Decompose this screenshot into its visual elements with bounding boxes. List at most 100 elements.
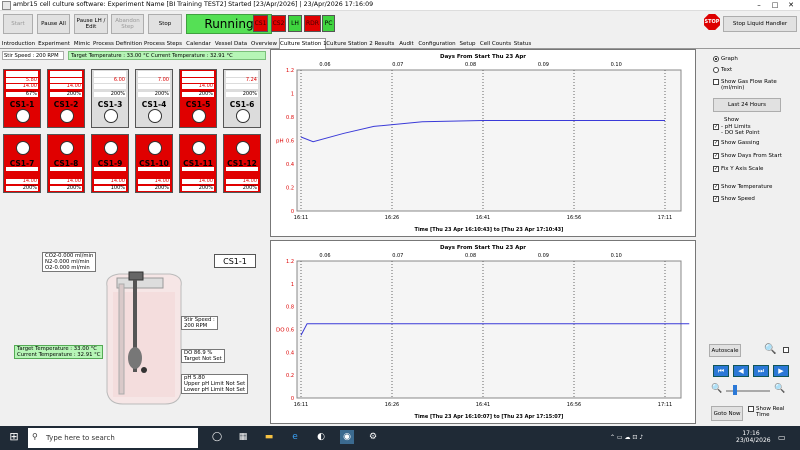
- toolbar: Start Pause All Pause LH / Edit Abandon …: [0, 11, 800, 38]
- tray-icons[interactable]: ⌃ ▭ ☁ ⊡ ♪: [610, 434, 643, 441]
- y-axis-label: DO: [276, 328, 285, 334]
- clock[interactable]: 17:16 23/04/2026: [736, 430, 771, 444]
- indicator-cs1: CS1: [253, 15, 268, 32]
- station-cs1-1[interactable]: 5.80 14.00 67% CS1-1: [3, 69, 41, 128]
- zoom-out-icon[interactable]: 🔍: [711, 384, 723, 396]
- tab-overview[interactable]: Overview: [249, 39, 279, 49]
- station-cs1-9[interactable]: CS1-9 14.00 100%: [91, 134, 129, 193]
- minimize-button[interactable]: –: [752, 0, 766, 11]
- text-option[interactable]: Text: [713, 67, 732, 73]
- top-tick-label: 0.10: [611, 62, 622, 68]
- y-tick-label: 0.2: [286, 186, 294, 192]
- station-level-bar: [6, 167, 38, 171]
- show-gassing-option[interactable]: ✓ Show Gassing: [713, 140, 759, 146]
- zoom-icon[interactable]: 🔍: [764, 344, 778, 357]
- last-page-icon[interactable]: ▶: [773, 365, 789, 377]
- show-temperature-option[interactable]: ✓ Show Temperature: [713, 184, 772, 190]
- days-from-start-option[interactable]: ✓ Show Days From Start: [713, 153, 782, 159]
- edge-icon[interactable]: e: [288, 430, 302, 444]
- station-cs1-7[interactable]: CS1-7 14.00 200%: [3, 134, 41, 193]
- station-cs1-12[interactable]: CS1-12 14.00 200%: [223, 134, 261, 193]
- show-gassing-checkbox[interactable]: ✓: [713, 140, 719, 146]
- maximize-button[interactable]: □: [768, 0, 782, 11]
- station-status-circle: [236, 109, 250, 123]
- settings-icon[interactable]: ⚙: [366, 430, 380, 444]
- pause-lh-button[interactable]: Pause LH / Edit: [74, 14, 108, 34]
- x-tick-label: 17:11: [658, 215, 672, 221]
- show-real-time-checkbox[interactable]: [748, 406, 754, 412]
- zoom-in-icon[interactable]: 🔍: [774, 384, 786, 396]
- autoscale-button[interactable]: Autoscale: [709, 344, 741, 357]
- show-gas-flow-checkbox[interactable]: [713, 79, 719, 85]
- show-speed-option[interactable]: ✓ Show Speed: [713, 196, 755, 202]
- graph-radio[interactable]: [713, 56, 719, 62]
- fix-y-axis-checkbox[interactable]: ✓: [713, 166, 719, 172]
- station-percent: 200%: [50, 186, 82, 191]
- tab-experiment[interactable]: Experiment: [37, 39, 71, 49]
- fix-y-axis-option[interactable]: ✓ Fix Y Axis Scale: [713, 166, 763, 172]
- show-real-time-option[interactable]: Show Real Time: [748, 406, 796, 418]
- tab-cell-counts[interactable]: Cell Counts: [478, 39, 513, 49]
- tab-culture-station-2[interactable]: Culture Station 2: [326, 39, 373, 49]
- show-temperature-checkbox[interactable]: ✓: [713, 184, 719, 190]
- tab-setup[interactable]: Setup: [457, 39, 478, 49]
- tab-audit[interactable]: Audit: [396, 39, 417, 49]
- do-chart: Days From Start Thu 23 Apr00.20.40.60.81…: [276, 245, 690, 420]
- station-ph: 7.24: [226, 78, 258, 83]
- stop-button[interactable]: Stop: [148, 14, 182, 34]
- ambr-app-icon[interactable]: ◉: [340, 430, 354, 444]
- ph-limits-option[interactable]: ✓ - pH Limits - DO Set Point: [713, 124, 759, 136]
- stir-speed-status: Stir Speed : 200 RPM: [2, 51, 64, 60]
- tab-status[interactable]: Status: [513, 39, 532, 49]
- tab-calendar[interactable]: Calendar: [184, 39, 213, 49]
- close-button[interactable]: ✕: [784, 0, 798, 11]
- station-cs1-4[interactable]: 7.00 200% CS1-4: [135, 69, 173, 128]
- tab-process-definition[interactable]: Process Definition: [93, 39, 142, 49]
- previous-icon[interactable]: ◀: [733, 365, 749, 377]
- next-icon[interactable]: ⏭: [753, 365, 769, 377]
- tab-configuration[interactable]: Configuration: [417, 39, 457, 49]
- station-cs1-2[interactable]: 14.00 200% CS1-2: [47, 69, 85, 128]
- station-cs1-6[interactable]: 7.24 200% CS1-6: [223, 69, 261, 128]
- goto-now-button[interactable]: Goto Now: [711, 406, 743, 421]
- tab-process-steps[interactable]: Process Steps: [142, 39, 184, 49]
- tab-introduction[interactable]: Introduction: [0, 39, 37, 49]
- station-level-bar: [182, 71, 214, 77]
- station-cs1-10[interactable]: CS1-10 14.00 200%: [135, 134, 173, 193]
- start-button[interactable]: Start: [3, 14, 33, 34]
- graph-option[interactable]: Graph: [713, 56, 738, 62]
- stop-liquid-handler-button[interactable]: Stop Liquid Handler: [723, 16, 797, 32]
- plot-area: [296, 260, 682, 399]
- show-gas-flow-option[interactable]: Show Gas Flow Rate (ml/min): [713, 79, 793, 91]
- ph-limits-checkbox[interactable]: ✓: [713, 124, 719, 130]
- station-cs1-11[interactable]: CS1-11 14.00 200%: [179, 134, 217, 193]
- days-from-start-checkbox[interactable]: ✓: [713, 153, 719, 159]
- tab-mimic[interactable]: Mimic: [71, 39, 93, 49]
- text-radio[interactable]: [713, 67, 719, 73]
- tab-vessel-data[interactable]: Vessel Data: [213, 39, 249, 49]
- tab-culture-station-1[interactable]: Culture Station 1: [279, 38, 327, 49]
- zoom-checkbox[interactable]: [783, 347, 789, 353]
- pause-all-button[interactable]: Pause All: [37, 14, 70, 34]
- task-view-icon[interactable]: ◯: [210, 430, 224, 444]
- taskbar-search[interactable]: Type here to search: [28, 428, 198, 448]
- first-page-icon[interactable]: ⏮: [713, 365, 729, 377]
- app-icon-taskbar[interactable]: ◐: [314, 430, 328, 444]
- show-speed-checkbox[interactable]: ✓: [713, 196, 719, 202]
- station-cs1-3[interactable]: 6.00 200% CS1-3: [91, 69, 129, 128]
- file-explorer-icon[interactable]: ▬: [262, 430, 276, 444]
- tab-results[interactable]: Results: [373, 39, 396, 49]
- station-cs1-5[interactable]: 14.00 200% CS1-5: [179, 69, 217, 128]
- station-temperature: 14.00: [138, 179, 170, 184]
- abandon-step-button[interactable]: Abandon Step: [111, 14, 144, 34]
- last-24-hours-button[interactable]: Last 24 Hours: [713, 98, 781, 112]
- notification-icon[interactable]: ▭: [778, 433, 786, 442]
- station-status-circle: [16, 109, 30, 123]
- station-name: CS1-5: [185, 100, 211, 109]
- station-level-bar: [94, 167, 126, 171]
- zoom-slider-thumb[interactable]: [733, 385, 737, 395]
- windows-start-icon[interactable]: ⊞: [7, 430, 21, 444]
- stop-sign-icon[interactable]: STOP: [704, 14, 720, 30]
- widgets-icon[interactable]: ▦: [236, 430, 250, 444]
- station-cs1-8[interactable]: CS1-8 14.00 200%: [47, 134, 85, 193]
